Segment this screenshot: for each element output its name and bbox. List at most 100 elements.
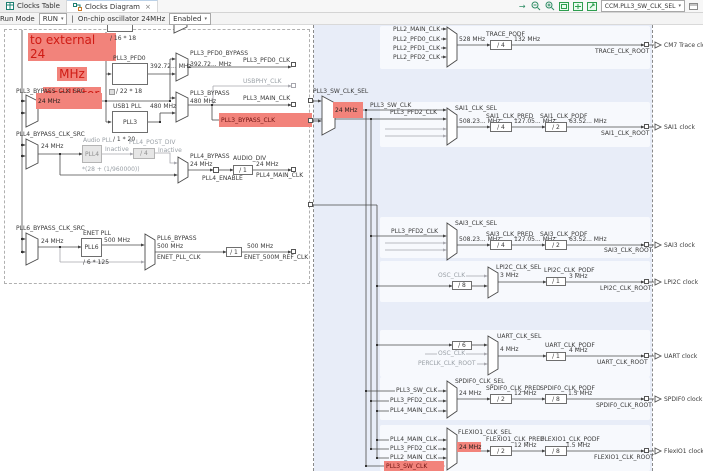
tab-clocks-table[interactable]: Clocks Table — [0, 0, 67, 12]
pll4-block[interactable]: PLL4 — [82, 145, 102, 163]
zoom-in-icon[interactable] — [545, 1, 556, 11]
pll3-bypass-clk-src-value[interactable]: 24 MHz — [36, 93, 102, 109]
label-lpi2c-clk-root: LPI2C_CLK_ROOT — [600, 285, 652, 292]
spdif0-clk-podf-block[interactable]: / 8 — [545, 394, 567, 404]
label-flexio1-clk-sel: FLEXIO1_CLK_SEL — [458, 429, 512, 436]
pll6-bypass-clk-src-mux[interactable] — [25, 232, 39, 266]
label-pll3-pfd0: PLL3_PFD0 — [113, 55, 146, 62]
lpi2c-clk-sel-mux[interactable] — [487, 266, 499, 299]
sai1-clk-podf-block[interactable]: / 2 — [545, 122, 567, 132]
label-flexio1-clock: FlexIO1 clock — [664, 448, 703, 455]
pll6-bypass-mux[interactable] — [144, 233, 156, 271]
pll3-bypass-mux[interactable] — [175, 91, 189, 123]
clipped-top-mux[interactable] — [173, 25, 188, 34]
sai3-clk-pred-block[interactable]: / 4 — [490, 240, 512, 250]
pll3-pfd0-clk-connector[interactable] — [291, 62, 296, 67]
spdif0-clk-sel-mux[interactable] — [446, 380, 458, 419]
flexio1-clk-root-connector[interactable] — [644, 448, 649, 453]
label-pfd0-divider: / 22 * 18 — [109, 88, 142, 95]
usbphy-clk-connector[interactable] — [291, 83, 296, 88]
tab-label: Clocks Diagram — [85, 2, 140, 11]
lpi2c-clk-root-connector[interactable] — [644, 279, 649, 284]
boundary-connector[interactable] — [308, 98, 313, 103]
label-sai3-clock: SAI3 clock — [664, 242, 695, 249]
top-clipped-block[interactable] — [107, 25, 133, 32]
pll3-main-clk-connector[interactable] — [291, 102, 296, 107]
pll3-pfd0-block[interactable] — [112, 63, 148, 85]
label-pll3-pfd0-clk: PLL3_PFD0_CLK — [243, 57, 291, 64]
close-icon[interactable]: × — [145, 3, 151, 11]
export-diagram-icon[interactable] — [587, 1, 598, 11]
flexio1-podf-out-value: 1.5 MHz — [566, 442, 591, 449]
sai3-clk-podf-block[interactable]: / 2 — [545, 240, 567, 250]
label-spdif0-clk-sel: SPDIF0_CLK_SEL — [455, 378, 505, 385]
tab-label: Clocks Table — [17, 2, 60, 10]
boundary-connector[interactable] — [308, 118, 313, 123]
pll3-sw-clk-value[interactable]: 24 MHz — [333, 102, 363, 118]
osc-label: On-chip oscillator 24MHz — [77, 14, 166, 23]
label-sai1-clock: SAI1 clock — [664, 124, 695, 131]
spdif0-clk-root-connector[interactable] — [644, 396, 649, 401]
uart-clk-root-connector[interactable] — [644, 353, 649, 358]
flexio1-clk-podf-block[interactable]: / 8 — [545, 446, 567, 456]
label-sai1-clk-root: SAI1_CLK_ROOT — [601, 130, 650, 137]
pll4-bypass-clk-src-mux[interactable] — [25, 138, 39, 170]
run-mode-label: Run Mode — [0, 14, 35, 23]
trace-clk-root-connector[interactable] — [644, 42, 649, 47]
pll3-block[interactable]: PLL3 — [112, 111, 148, 133]
pll4-main-clk-connector[interactable] — [291, 167, 296, 172]
pll4-bypass-mux[interactable] — [177, 156, 189, 184]
label-spdif0-clock: SPDIF0 clock — [664, 396, 703, 403]
expand-diagram-icon[interactable] — [573, 1, 584, 11]
uart-osc-label: OSC_CLK — [437, 350, 467, 357]
sai1-clk-sel-mux[interactable] — [446, 107, 458, 146]
uart-prediv-block[interactable]: / 6 — [452, 341, 472, 350]
run-mode-select[interactable]: RUN ▾ — [38, 12, 68, 25]
trace-clk-sel-mux[interactable] — [446, 26, 458, 68]
detach-view-icon[interactable] — [688, 1, 699, 11]
spdif0-clk-pred-block[interactable]: / 2 — [490, 394, 512, 404]
sai3-in-label: PLL3_PFD2_CLK — [390, 228, 440, 235]
flexio1-mux-out-value[interactable]: 24 MHz — [457, 442, 481, 452]
spdif0-in-label: PLL3_PFD2_CLK — [389, 397, 439, 404]
diagram-canvas[interactable]: to external 24 MHz oscillator PLL3_BYPAS… — [0, 25, 703, 471]
pll3-bypass-clk-highlight[interactable]: PLL3_BYPASS_CLK — [219, 113, 312, 127]
go-to-arrow-icon[interactable]: → — [517, 1, 528, 11]
label-enet-pll: ENET PLL — [83, 230, 111, 237]
signal-selector[interactable]: CCM.PLL3_SW_CLK_SEL ▾ — [600, 0, 685, 12]
lpi2c-podf-out-value: 3 MHz — [569, 273, 588, 280]
sai1-clk-root-connector[interactable] — [644, 124, 649, 129]
flexio1-clk-sel-mux[interactable] — [446, 427, 458, 471]
zoom-out-icon[interactable] — [531, 1, 542, 11]
label-pll3-main-clk: PLL3_MAIN_CLK — [243, 95, 291, 102]
label-enet-500m-ref-clk: ENET_500M_REF_CLK — [244, 254, 309, 261]
uart-clk-podf-block[interactable]: / 1 — [546, 352, 566, 361]
pll4-post-div-block[interactable]: / 4 — [133, 148, 155, 159]
tab-clocks-diagram[interactable]: Clocks Diagram × — [67, 0, 158, 12]
sai3-clk-sel-mux[interactable] — [446, 222, 458, 261]
audio-div-block[interactable]: / 1 — [233, 165, 253, 175]
sai3-clk-root-connector[interactable] — [644, 242, 649, 247]
lpi2c-clk-podf-block[interactable]: / 1 — [546, 277, 566, 286]
pll4-mult: *(28 + (1/960000)) — [82, 166, 140, 173]
trace-podf-block[interactable]: / 4 — [490, 40, 512, 50]
flexio1-selected-input-highlight[interactable]: PLL3_SW_CLK — [384, 461, 444, 471]
lpi2c-prediv-block[interactable]: / 8 — [452, 281, 472, 290]
pll4-enable-gate[interactable] — [213, 167, 219, 173]
label-pll4-post-div: PLL4_POST_DIV — [129, 139, 176, 146]
spdif0-pred-out-value: 12 MHz — [514, 390, 537, 397]
chevron-down-icon: ▾ — [60, 15, 64, 22]
sai1-clk-pred-block[interactable]: / 4 — [490, 122, 512, 132]
flexio1-clk-pred-block[interactable]: / 2 — [490, 446, 512, 456]
boundary-connector[interactable] — [308, 202, 313, 207]
table-icon — [6, 2, 14, 10]
flexio1-pred-out-value: 12 MHz — [514, 442, 537, 449]
label-pll3-sw-clk: PLL3_SW_CLK — [370, 102, 412, 109]
osc-select[interactable]: Enabled ▾ — [169, 12, 211, 25]
uart-clk-sel-mux[interactable] — [487, 335, 499, 376]
enet-div-block[interactable]: / 1 — [226, 247, 242, 257]
fit-diagram-icon[interactable] — [559, 1, 570, 11]
pll6-block[interactable]: PLL6 — [81, 238, 102, 257]
enet-500m-ref-clk-connector[interactable] — [291, 249, 296, 254]
sai3-podf-out-value: 63.52... MHz — [569, 236, 607, 243]
